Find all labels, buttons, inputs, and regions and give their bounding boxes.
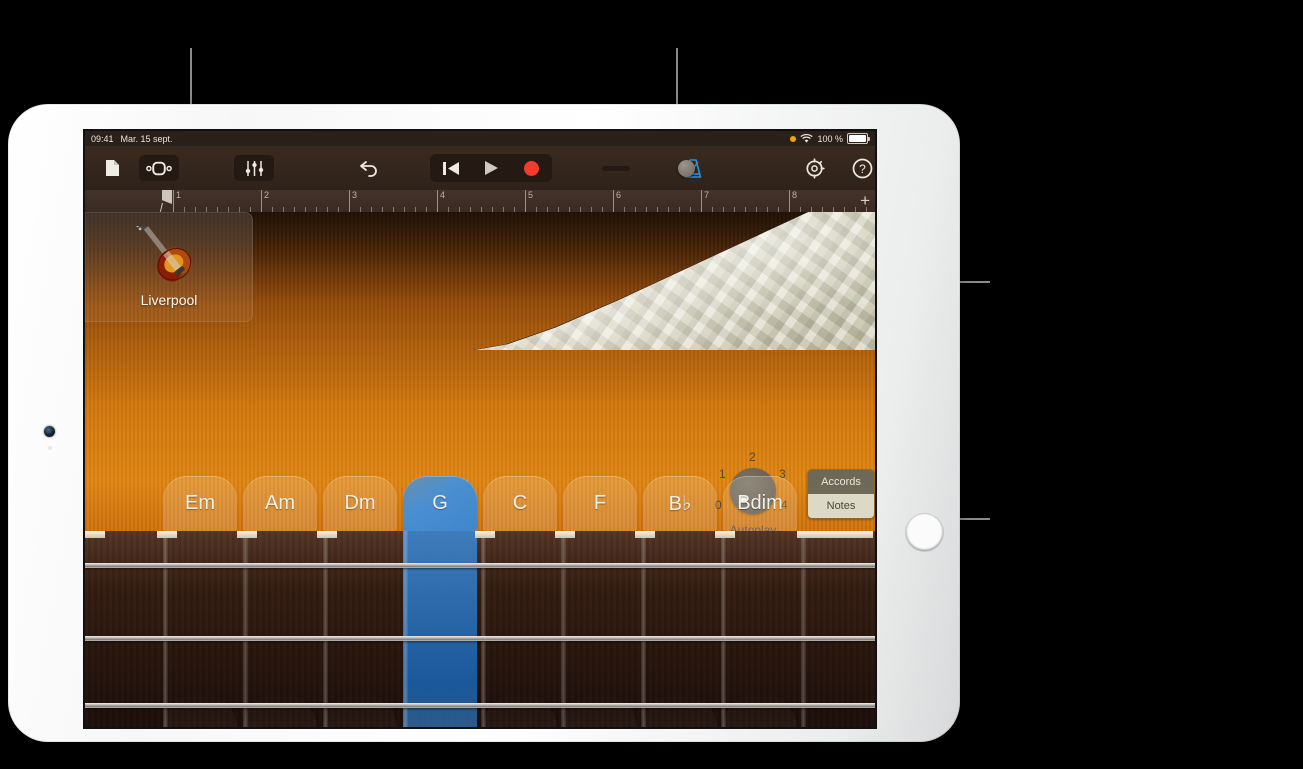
rewind-icon[interactable] <box>431 155 471 181</box>
chord-glow-1 <box>163 692 237 727</box>
front-camera-icon <box>44 426 55 437</box>
orange-dot-icon <box>790 135 797 142</box>
fret-divider-7 <box>641 531 646 727</box>
chord-strip-c[interactable]: C <box>483 476 557 531</box>
ruler-bar-label: 5 <box>528 190 534 200</box>
chord-strip-bdim[interactable]: Bdim <box>723 476 797 531</box>
fret-divider-3 <box>323 531 328 727</box>
loop-browser-icon[interactable] <box>139 155 179 181</box>
ipad-device: 09:41 Mar. 15 sept. 100 % ? + 1 2 3 4 5 … <box>8 104 960 742</box>
home-button[interactable] <box>906 514 943 551</box>
chord-glow-2 <box>243 692 317 727</box>
ruler-bar-label: 3 <box>352 190 358 200</box>
playhead[interactable] <box>159 190 172 212</box>
fret-divider-4 <box>403 531 408 727</box>
fret-nut-8 <box>715 531 735 538</box>
status-date: Mar. 15 sept. <box>120 133 173 144</box>
timeline-ruler[interactable]: + 12345678 <box>85 190 875 213</box>
fret-divider-5 <box>481 531 486 727</box>
ipad-screen: 09:41 Mar. 15 sept. 100 % ? + 1 2 3 4 5 … <box>85 131 875 727</box>
master-volume-slider[interactable] <box>602 159 695 177</box>
ruler-bar-label: 1 <box>176 190 182 200</box>
record-icon[interactable] <box>511 155 551 181</box>
document-icon[interactable] <box>99 155 125 181</box>
track-header-card[interactable]: Liverpool <box>85 212 253 322</box>
fret-nut-2 <box>157 531 177 538</box>
fret-nut-1 <box>85 531 105 538</box>
fret-nut-7 <box>635 531 655 538</box>
status-time: 09:41 <box>91 133 114 144</box>
chord-glow-4 <box>483 692 557 727</box>
bass-fretboard[interactable] <box>85 531 875 727</box>
fret-divider-8 <box>721 531 726 727</box>
bass-string-2[interactable] <box>85 636 875 641</box>
fret-divider-2 <box>243 531 248 727</box>
ruler-bar-label: 2 <box>264 190 270 200</box>
ruler-bar-label: 6 <box>616 190 622 200</box>
bass-guitar-icon <box>136 226 192 282</box>
master-volume-knob[interactable] <box>678 159 695 177</box>
wifi-icon <box>800 133 814 143</box>
chord-glow-3 <box>323 692 397 727</box>
undo-icon[interactable] <box>356 155 382 181</box>
fret-nut-4 <box>317 531 337 538</box>
track-instrument-name: Liverpool <box>140 292 198 308</box>
chord-strip-g[interactable]: G <box>403 476 477 531</box>
fretboard-selected-column[interactable] <box>403 531 477 727</box>
chord-strip-am[interactable]: Am <box>243 476 317 531</box>
svg-text:?: ? <box>859 162 866 176</box>
bass-string-1[interactable] <box>85 563 875 568</box>
chord-strip-bb[interactable]: B♭ <box>643 476 717 531</box>
help-icon[interactable]: ? <box>849 155 875 181</box>
fret-nut-3 <box>237 531 257 538</box>
fret-divider-9 <box>801 531 806 727</box>
play-icon[interactable] <box>471 155 511 181</box>
track-controls-icon[interactable] <box>234 155 274 181</box>
chord-glow-6 <box>643 692 717 727</box>
battery-percent: 100 % <box>817 133 843 144</box>
toolbar: ? <box>85 146 875 191</box>
fret-nut-9 <box>797 531 873 538</box>
transport-controls <box>430 154 552 182</box>
status-bar: 09:41 Mar. 15 sept. 100 % <box>85 131 875 146</box>
fret-nut-5 <box>475 531 495 538</box>
battery-full-icon <box>847 133 870 144</box>
guitar-instrument-view: Liverpool 0 1 2 3 4 Autoplay Accords Not… <box>85 212 875 727</box>
chord-glow-5 <box>563 692 637 727</box>
fret-nut-6 <box>555 531 575 538</box>
chord-strip-f[interactable]: F <box>563 476 637 531</box>
fret-divider-6 <box>561 531 566 727</box>
chord-strip-em[interactable]: Em <box>163 476 237 531</box>
ruler-bar-label: 4 <box>440 190 446 200</box>
ruler-bar-label: 7 <box>704 190 710 200</box>
ambient-sensor-icon <box>48 446 52 450</box>
fret-divider-1 <box>163 531 168 727</box>
chord-glow-7 <box>723 692 797 727</box>
autoplay-pos-2[interactable]: 2 <box>749 450 756 464</box>
settings-gear-icon[interactable] <box>801 155 827 181</box>
chord-strip-row: Em Am Dm G C F B♭ Bdim <box>85 476 875 531</box>
chord-strip-dm[interactable]: Dm <box>323 476 397 531</box>
ruler-bar-label: 8 <box>792 190 798 200</box>
